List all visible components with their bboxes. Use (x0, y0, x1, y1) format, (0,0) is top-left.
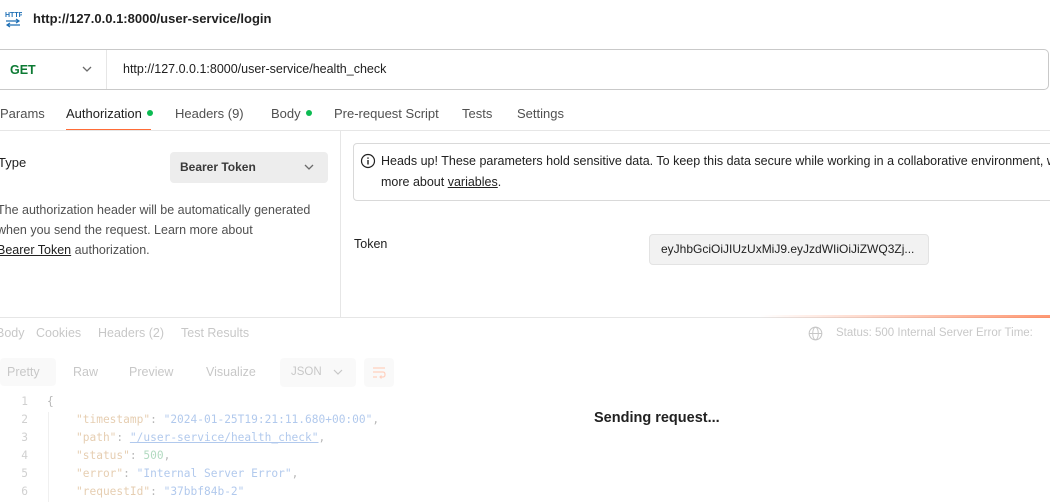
token-label: Token (354, 237, 388, 251)
code-line: "timestamp": "2024-01-25T19:21:11.680+00… (76, 413, 380, 426)
code-line: "requestId": "37bbf84b-2" (76, 485, 245, 498)
notice-line2: more about variables. (381, 172, 1050, 193)
tab-params[interactable]: Params (0, 106, 45, 121)
status-dot-icon (305, 110, 312, 116)
json-key: "error" (76, 467, 124, 480)
response-tab-cookies[interactable]: Cookies (36, 326, 81, 340)
line-number: 3 (21, 431, 28, 444)
tab-pre-request-script[interactable]: Pre-request Script (334, 106, 439, 121)
json-key: "path" (76, 431, 117, 444)
tab-authorization-label: Authorization (66, 106, 142, 121)
chevron-down-icon[interactable] (80, 62, 94, 76)
bearer-token-link[interactable]: Bearer Token (0, 243, 71, 257)
code-line: "error": "Internal Server Error", (76, 467, 299, 480)
json-key: "requestId" (76, 485, 151, 498)
line-number: 6 (21, 485, 28, 498)
response-tab-headers[interactable]: Headers (2) (98, 326, 164, 340)
svg-text:HTTP: HTTP (5, 12, 22, 19)
line-number: 2 (21, 413, 28, 426)
json-key: "timestamp" (76, 413, 151, 426)
tab-authorization[interactable]: Authorization (66, 106, 153, 121)
format-raw-button[interactable]: Raw (60, 358, 110, 386)
line-number: 1 (21, 395, 28, 408)
auth-type-value: Bearer Token (180, 160, 256, 174)
json-value: 500 (143, 449, 164, 462)
wrap-lines-button[interactable] (364, 358, 394, 387)
url-divider (106, 50, 107, 89)
auth-description: The authorization header will be automat… (0, 200, 327, 260)
json-value: "Internal Server Error" (136, 467, 292, 480)
response-body-code: 1 2 3 4 5 6 { "timestamp": "2024-01-25T1… (0, 392, 560, 498)
code-line: "status": 500, (76, 449, 171, 462)
url-input[interactable]: http://127.0.0.1:8000/user-service/healt… (123, 62, 386, 76)
json-key: "status" (76, 449, 130, 462)
auth-desc-tail: authorization. (71, 243, 150, 257)
json-value: "/user-service/health_check" (129, 431, 319, 444)
notice-text: Heads up! These parameters hold sensitiv… (381, 151, 1050, 193)
json-value: "37bbf84b-2" (163, 485, 245, 498)
wrap-lines-icon (373, 367, 386, 379)
response-status: Status: 500 Internal Server Error Time: (836, 327, 1033, 339)
tabs-divider (0, 130, 1050, 131)
response-tab-test-results[interactable]: Test Results (181, 326, 249, 340)
chevron-down-icon (304, 164, 314, 170)
variables-link[interactable]: variables (448, 175, 498, 189)
code-line: { (47, 395, 54, 408)
info-icon (360, 153, 376, 169)
auth-desc-line2: when you send the request. Learn more ab… (0, 223, 253, 237)
sending-request-label: Sending request... (594, 410, 720, 426)
code-line: "path": "/user-service/health_check", (76, 431, 326, 444)
http-icon: HTTP (5, 12, 22, 28)
method-select[interactable]: GET (10, 63, 36, 77)
globe-icon[interactable] (808, 326, 823, 341)
line-number: 5 (21, 467, 28, 480)
panel-divider (340, 131, 341, 317)
format-select-value: JSON (291, 366, 322, 378)
indent-guide (48, 412, 49, 502)
notice-line1: Heads up! These parameters hold sensitiv… (381, 154, 1050, 168)
status-dot-icon (146, 110, 153, 116)
response-tab-body[interactable]: Body (0, 326, 25, 340)
token-value: eyJhbGciOiJIUzUxMiJ9.eyJzdWIiOiJiZWQ3Zj.… (661, 242, 915, 256)
format-pretty-button[interactable]: Pretty (0, 358, 56, 386)
tab-body-label: Body (271, 106, 301, 121)
request-title[interactable]: http://127.0.0.1:8000/user-service/login (33, 11, 271, 26)
line-number: 4 (21, 449, 28, 462)
auth-type-label: Type (0, 155, 27, 170)
tab-headers[interactable]: Headers (9) (175, 106, 244, 121)
format-preview-button[interactable]: Preview (118, 358, 188, 386)
auth-desc-line1: The authorization header will be automat… (0, 203, 311, 217)
notice-line2-text: more about (381, 175, 448, 189)
notice-line2-end: . (497, 175, 502, 189)
tab-settings[interactable]: Settings (517, 106, 564, 121)
loading-indicator (760, 315, 1050, 318)
format-visualize-button[interactable]: Visualize (196, 358, 272, 386)
json-value: "2024-01-25T19:21:11.680+00:00" (163, 413, 373, 426)
chevron-down-icon (333, 369, 343, 375)
tab-tests[interactable]: Tests (462, 106, 492, 121)
tab-body[interactable]: Body (271, 106, 312, 121)
